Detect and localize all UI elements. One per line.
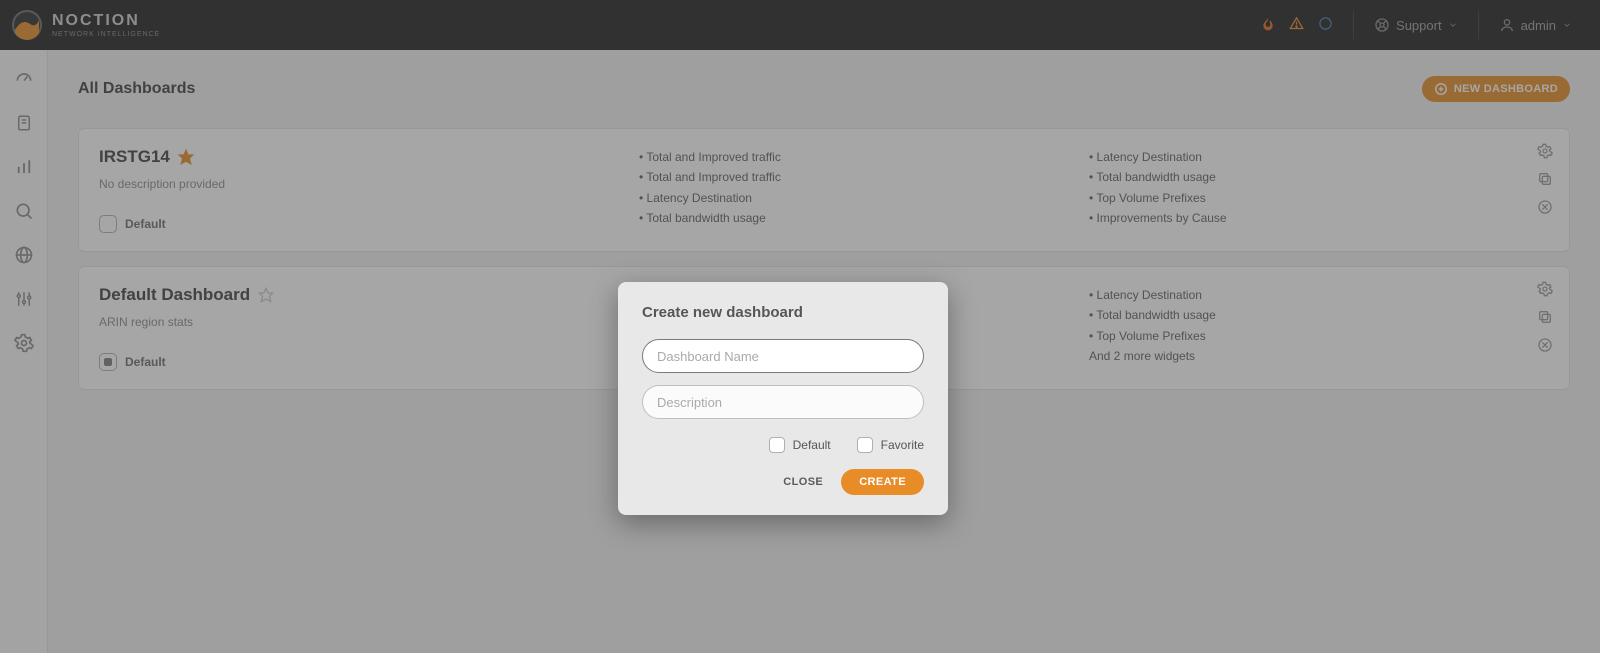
- favorite-checkbox-label: Favorite: [881, 438, 924, 452]
- checkbox-icon: [857, 437, 873, 453]
- modal-overlay: Create new dashboard Default Favorite CL…: [0, 0, 1600, 653]
- close-button[interactable]: CLOSE: [783, 476, 823, 488]
- dashboard-name-input[interactable]: [642, 339, 924, 373]
- modal-title: Create new dashboard: [642, 304, 924, 321]
- default-checkbox-label: Default: [793, 438, 831, 452]
- create-dashboard-modal: Create new dashboard Default Favorite CL…: [618, 282, 948, 515]
- create-button[interactable]: CREATE: [841, 469, 924, 495]
- default-checkbox-option[interactable]: Default: [769, 437, 831, 453]
- favorite-checkbox-option[interactable]: Favorite: [857, 437, 924, 453]
- checkbox-icon: [769, 437, 785, 453]
- dashboard-description-input[interactable]: [642, 385, 924, 419]
